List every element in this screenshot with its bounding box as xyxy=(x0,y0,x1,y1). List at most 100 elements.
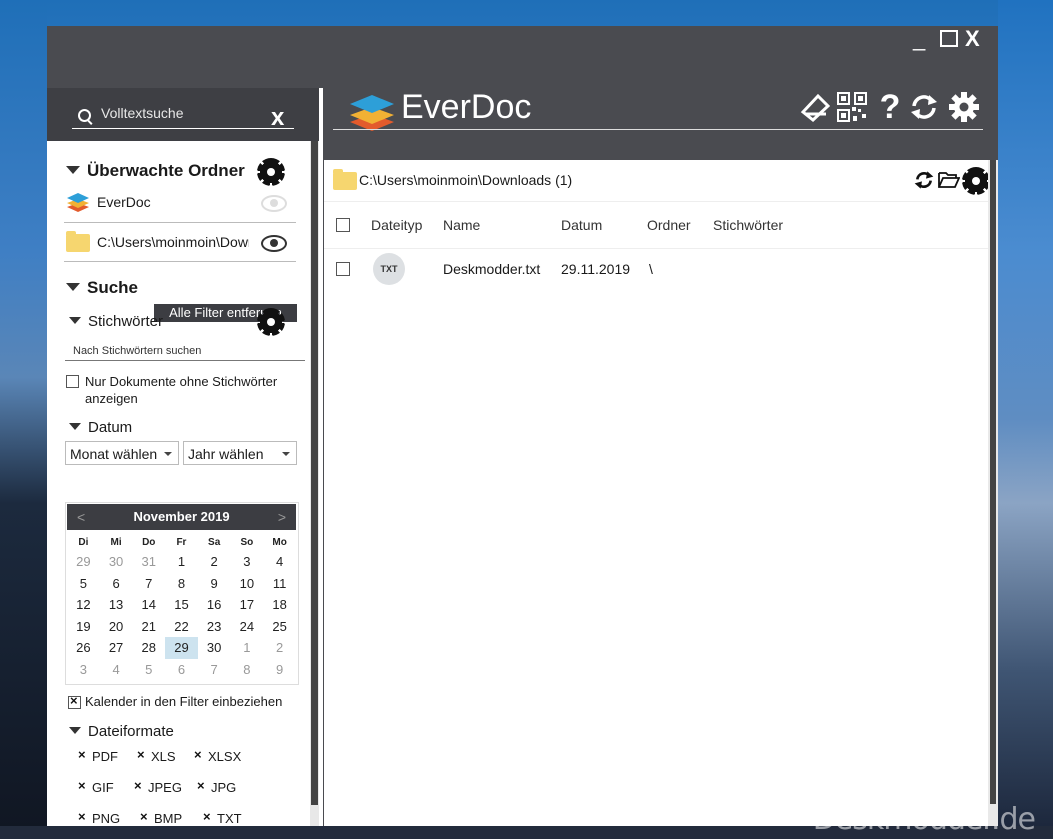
column-header-date[interactable]: Datum xyxy=(561,217,602,233)
calendar-day[interactable]: 8 xyxy=(165,573,198,595)
close-button[interactable]: X xyxy=(965,26,980,52)
format-checkbox-png[interactable] xyxy=(77,809,88,824)
column-header-name[interactable]: Name xyxy=(443,217,480,233)
calendar-week: 5 6 7 8 9 10 11 xyxy=(67,573,296,595)
settings-gear-icon[interactable] xyxy=(949,92,979,122)
calendar-day[interactable]: 3 xyxy=(231,551,264,573)
scanner-icon[interactable] xyxy=(800,92,830,122)
folder-settings-gear-icon[interactable] xyxy=(962,167,990,195)
calendar-month-title: November 2019 xyxy=(133,509,230,524)
calendar-day[interactable]: 7 xyxy=(198,659,231,681)
date-section-header[interactable]: Datum xyxy=(69,419,132,436)
file-type-badge: TXT xyxy=(373,253,405,285)
calendar-day[interactable]: 14 xyxy=(132,594,165,616)
format-checkbox-txt[interactable] xyxy=(202,809,213,824)
calendar-day[interactable]: 22 xyxy=(165,616,198,638)
calendar-day[interactable]: 21 xyxy=(132,616,165,638)
scrollbar-thumb[interactable] xyxy=(990,160,996,804)
calendar-day[interactable]: 5 xyxy=(67,573,100,595)
calendar-day[interactable]: 2 xyxy=(263,637,296,659)
calendar-next-button[interactable]: > xyxy=(278,504,286,530)
row-divider xyxy=(64,222,296,223)
keywords-section-header[interactable]: Stichwörter xyxy=(69,313,163,330)
calendar-day[interactable]: 19 xyxy=(67,616,100,638)
format-checkbox-jpg[interactable] xyxy=(196,778,207,793)
calendar-day[interactable]: 9 xyxy=(198,573,231,595)
calendar-day[interactable]: 30 xyxy=(198,637,231,659)
format-checkbox-gif[interactable] xyxy=(77,778,88,793)
scrollbar-thumb[interactable] xyxy=(311,141,318,805)
column-header-type[interactable]: Dateityp xyxy=(371,217,422,233)
file-name[interactable]: Deskmodder.txt xyxy=(443,261,540,277)
format-checkbox-xlsx[interactable] xyxy=(193,747,204,762)
folder-item-downloads[interactable]: C:\Users\moinmoin\Downloads xyxy=(66,226,296,258)
format-checkbox-xls[interactable] xyxy=(136,747,147,762)
watched-folders-gear-icon[interactable] xyxy=(257,158,285,186)
keywords-gear-icon[interactable] xyxy=(257,308,285,336)
panel-divider xyxy=(319,88,323,826)
watched-folders-header[interactable]: Überwachte Ordner xyxy=(66,161,245,181)
calendar-day[interactable]: 13 xyxy=(100,594,133,616)
folder-item-everdoc[interactable]: EverDoc xyxy=(66,186,296,218)
calendar-day[interactable]: 31 xyxy=(132,551,165,573)
calendar-day[interactable]: 1 xyxy=(231,637,264,659)
sidebar-scrollbar[interactable] xyxy=(310,141,319,826)
calendar-day[interactable]: 10 xyxy=(231,573,264,595)
format-checkbox-bmp[interactable] xyxy=(139,809,150,824)
calendar-day[interactable]: 4 xyxy=(263,551,296,573)
calendar-day[interactable]: 3 xyxy=(67,659,100,681)
keyword-search-input[interactable] xyxy=(65,342,305,361)
fulltext-search-input[interactable] xyxy=(101,105,261,121)
eye-icon[interactable] xyxy=(261,235,287,252)
month-select[interactable]: Monat wählen xyxy=(65,441,179,465)
calendar-day[interactable]: 30 xyxy=(100,551,133,573)
calendar-day[interactable]: 12 xyxy=(67,594,100,616)
calendar-day[interactable]: 24 xyxy=(231,616,264,638)
calendar-day[interactable]: 6 xyxy=(100,573,133,595)
format-checkbox-jpeg[interactable] xyxy=(133,778,144,793)
calendar-day[interactable]: 7 xyxy=(132,573,165,595)
calendar-day[interactable]: 20 xyxy=(100,616,133,638)
calendar-weekday: Do xyxy=(142,536,156,548)
calendar-day[interactable]: 8 xyxy=(231,659,264,681)
column-header-folder[interactable]: Ordner xyxy=(647,217,691,233)
calendar-day[interactable]: 1 xyxy=(165,551,198,573)
help-icon[interactable]: ? xyxy=(875,90,905,124)
calendar-day[interactable]: 23 xyxy=(198,616,231,638)
calendar-day[interactable]: 15 xyxy=(165,594,198,616)
year-select[interactable]: Jahr wählen xyxy=(183,441,297,465)
file-formats-section-header[interactable]: Dateiformate xyxy=(69,723,174,740)
eye-icon[interactable] xyxy=(261,195,287,212)
calendar-day[interactable]: 9 xyxy=(263,659,296,681)
calendar-prev-button[interactable]: < xyxy=(77,504,85,530)
calendar-day[interactable]: 26 xyxy=(67,637,100,659)
calendar-day[interactable]: 28 xyxy=(132,637,165,659)
calendar-day[interactable]: 2 xyxy=(198,551,231,573)
calendar-day[interactable]: 4 xyxy=(100,659,133,681)
column-header-keywords[interactable]: Stichwörter xyxy=(713,217,783,233)
calendar-day[interactable]: 29 xyxy=(165,637,198,659)
minimize-button[interactable]: _ xyxy=(913,26,925,52)
calendar-day[interactable]: 5 xyxy=(132,659,165,681)
collapse-triangle-icon xyxy=(69,316,81,324)
calendar-day[interactable]: 25 xyxy=(263,616,296,638)
calendar-day[interactable]: 18 xyxy=(263,594,296,616)
search-section-header[interactable]: Suche xyxy=(66,278,138,298)
open-folder-icon[interactable] xyxy=(938,171,960,189)
row-checkbox[interactable] xyxy=(336,262,350,276)
no-keywords-checkbox[interactable] xyxy=(66,375,79,388)
calendar-day[interactable]: 17 xyxy=(231,594,264,616)
calendar-day[interactable]: 11 xyxy=(263,573,296,595)
select-all-checkbox[interactable] xyxy=(336,218,350,232)
calendar-day[interactable]: 29 xyxy=(67,551,100,573)
format-checkbox-pdf[interactable] xyxy=(77,747,88,762)
qr-code-icon[interactable] xyxy=(837,92,867,122)
maximize-button[interactable] xyxy=(940,30,958,47)
calendar-day[interactable]: 27 xyxy=(100,637,133,659)
calendar-day[interactable]: 6 xyxy=(165,659,198,681)
calendar-day[interactable]: 16 xyxy=(198,594,231,616)
document-scrollbar[interactable] xyxy=(988,160,998,826)
reload-folder-icon[interactable] xyxy=(914,170,934,190)
include-calendar-checkbox[interactable] xyxy=(68,693,81,709)
refresh-icon[interactable] xyxy=(909,92,939,122)
